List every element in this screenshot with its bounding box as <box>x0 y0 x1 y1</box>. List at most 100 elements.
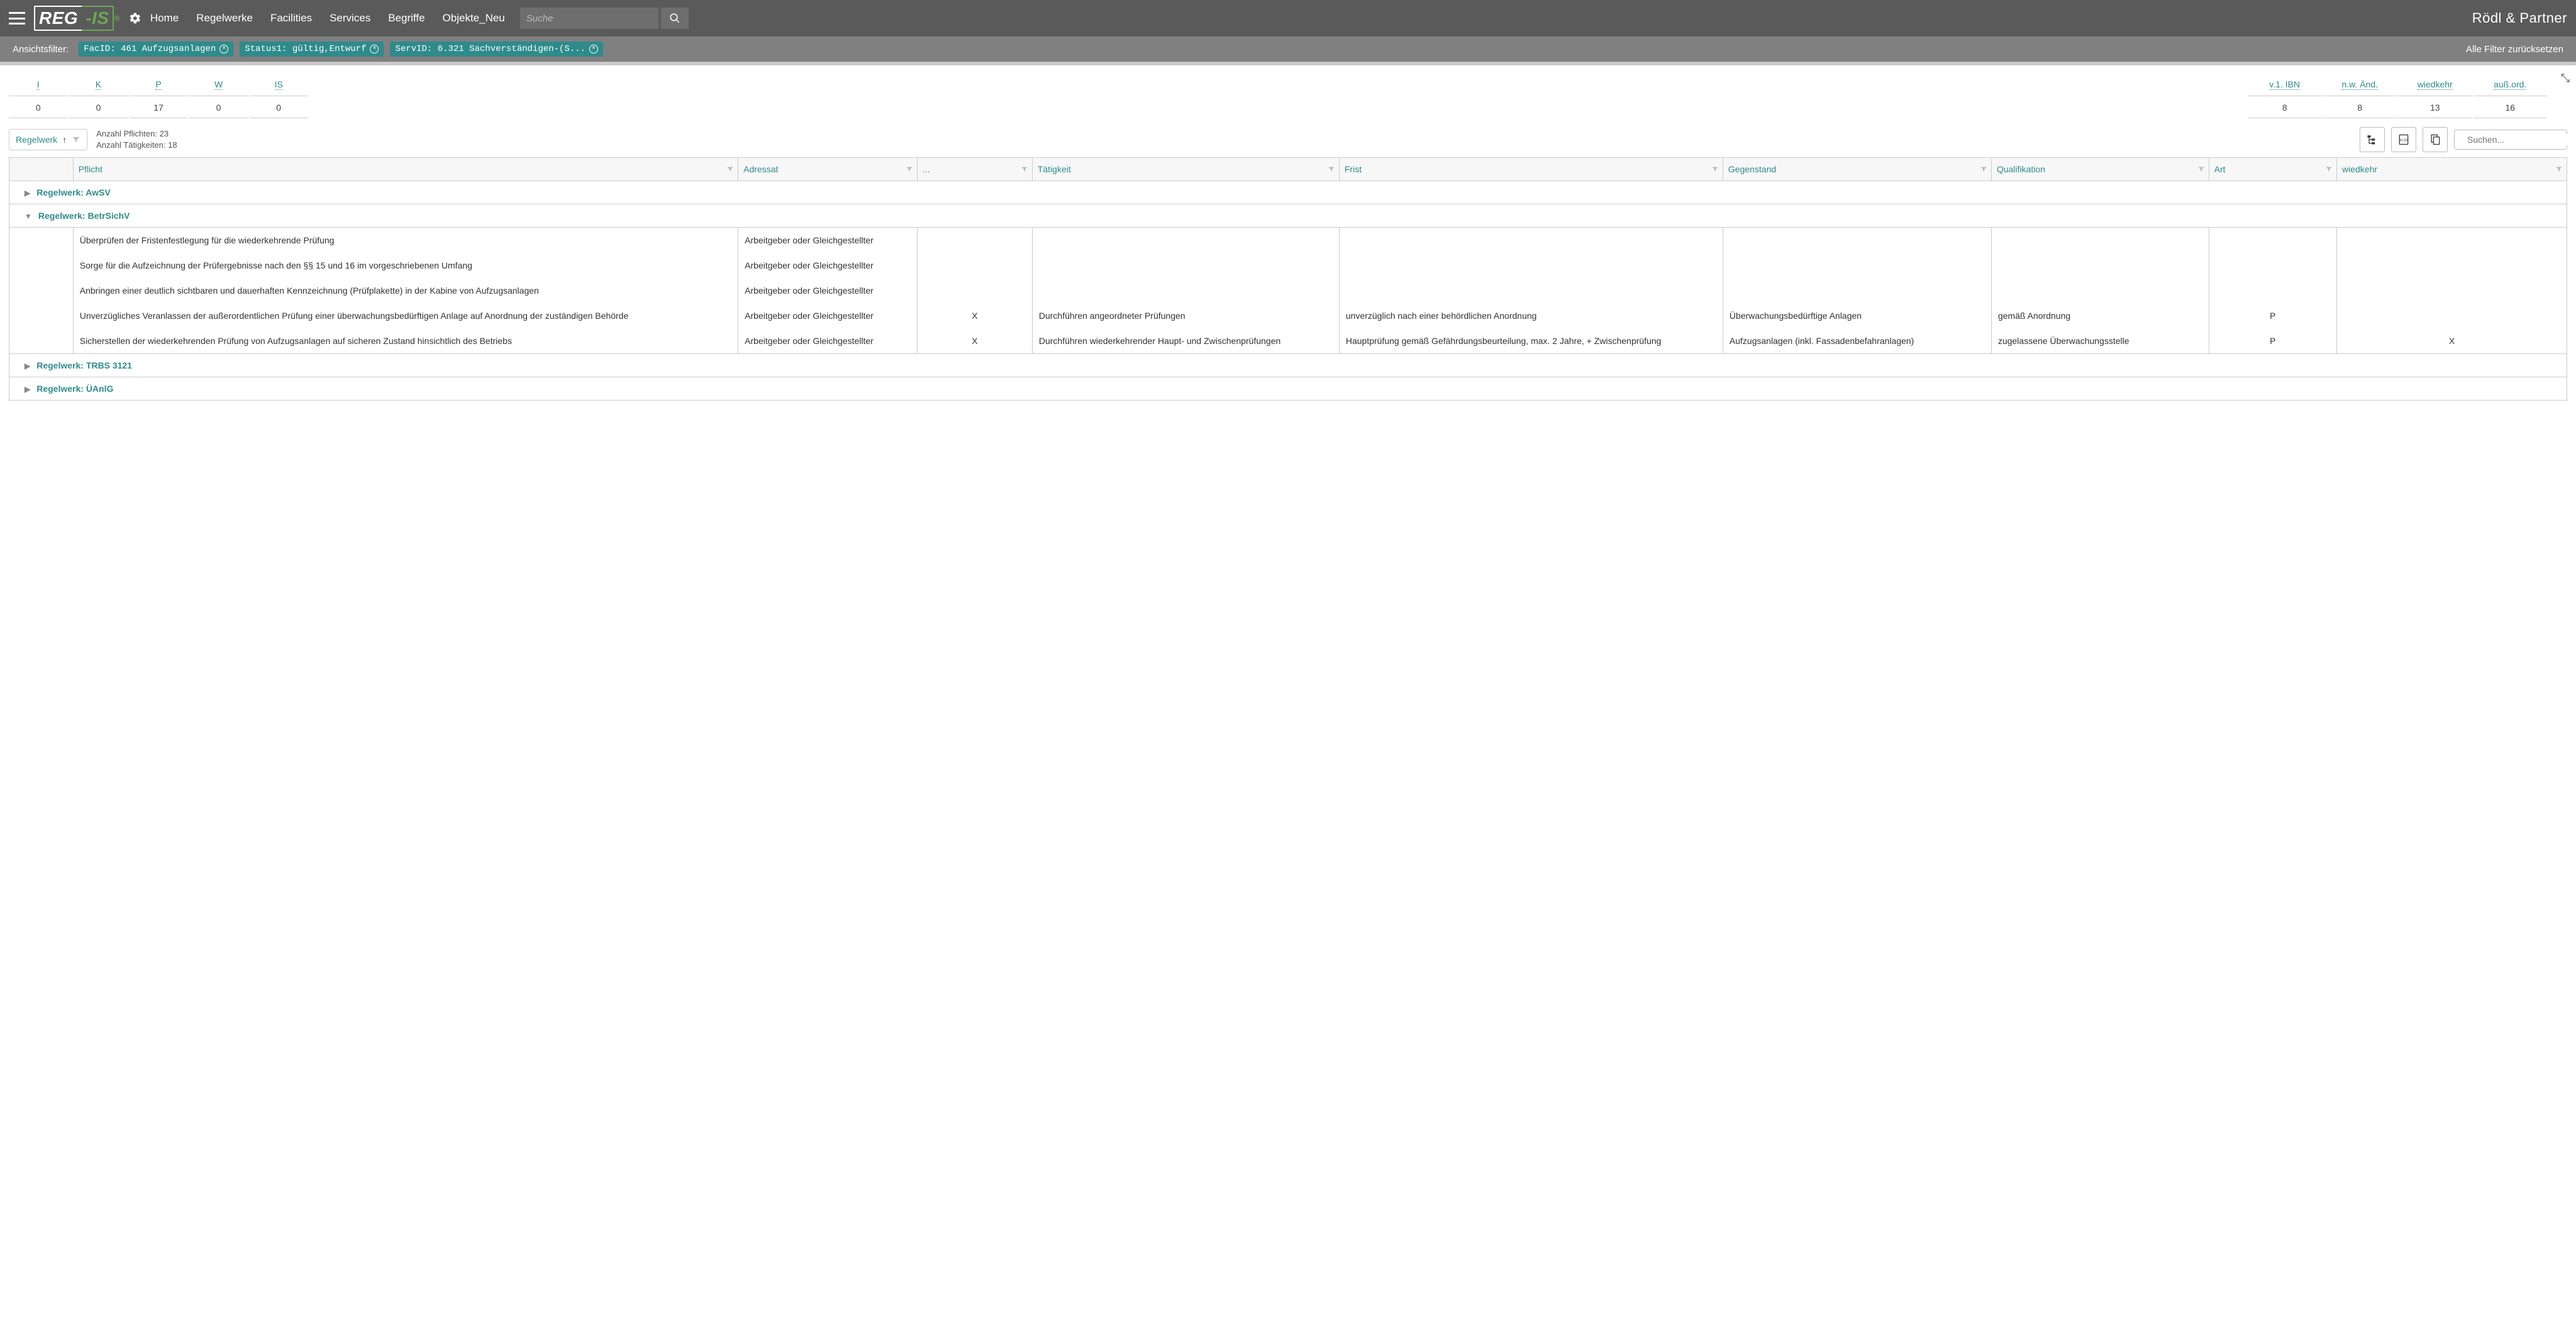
col-qualifikation[interactable]: Qualifikation <box>1991 158 2209 181</box>
close-icon[interactable]: × <box>219 45 228 53</box>
export-xlsx-icon[interactable]: XLSX <box>2391 127 2416 152</box>
cell-x <box>917 228 1032 253</box>
nav-objekte-neu[interactable]: Objekte_Neu <box>443 12 505 25</box>
filter-chip-status[interactable]: Status1: gültig,Entwurf × <box>240 42 384 57</box>
cell-taetigkeit <box>1032 278 1339 303</box>
cell-wiedkehr <box>2336 253 2567 278</box>
col-taetigkeit[interactable]: Tätigkeit <box>1032 158 1339 181</box>
reset-filters-link[interactable]: Alle Filter zurücksetzen <box>2466 44 2563 55</box>
cell-x: X <box>917 303 1032 328</box>
chevron-right-icon[interactable]: ▶ <box>25 189 30 197</box>
cell-x <box>917 278 1032 303</box>
svg-text:XLSX: XLSX <box>2400 139 2408 143</box>
col-adressat[interactable]: Adressat <box>738 158 918 181</box>
col-art[interactable]: Art <box>2209 158 2336 181</box>
group-row[interactable]: ▶Regelwerk: AwSV <box>9 181 2567 204</box>
chevron-right-icon[interactable]: ▶ <box>25 362 30 370</box>
table-row[interactable]: Anbringen einer deutlich sichtbaren und … <box>9 278 2567 303</box>
filter-icon[interactable] <box>726 165 734 173</box>
search-button[interactable] <box>661 8 689 29</box>
stat-header-w[interactable]: W <box>214 79 223 90</box>
table-row[interactable]: Sicherstellen der wiederkehrenden Prüfun… <box>9 328 2567 354</box>
cell-gegenstand: Aufzugsanlagen (inkl. Fassadenbefahranla… <box>1723 328 1991 354</box>
cell-x: X <box>917 328 1032 354</box>
stat-header-aussord[interactable]: auß.ord. <box>2494 79 2526 90</box>
table-search-input[interactable] <box>2466 134 2576 145</box>
cell-pflicht: Sicherstellen der wiederkehrenden Prüfun… <box>73 328 738 354</box>
gear-icon[interactable] <box>129 12 142 25</box>
cell-gegenstand: Überwachungsbedürftige Anlagen <box>1723 303 1991 328</box>
stat-value: 16 <box>2473 97 2548 118</box>
stat-header-is[interactable]: IS <box>275 79 283 90</box>
stat-header-k[interactable]: K <box>96 79 101 90</box>
stat-header-ibn[interactable]: v.1. IBN <box>2269 79 2300 90</box>
copy-icon[interactable] <box>2423 127 2448 152</box>
stat-value: 0 <box>9 97 68 118</box>
cell-taetigkeit <box>1032 253 1339 278</box>
nav-regelwerke[interactable]: Regelwerke <box>196 12 253 25</box>
filter-icon[interactable] <box>1021 165 1028 173</box>
table-search[interactable] <box>2454 130 2567 150</box>
col-gegenstand[interactable]: Gegenstand <box>1723 158 1991 181</box>
hierarchy-icon[interactable] <box>2360 127 2385 152</box>
group-label: Regelwerk: TRBS 3121 <box>36 360 132 370</box>
col-pflicht[interactable]: Pflicht <box>73 158 738 181</box>
filter-chip-servid[interactable]: ServID: 6.321 Sachverständigen-(S... × <box>390 42 602 57</box>
group-label: Regelwerk: ÜAnlG <box>36 384 113 394</box>
group-row[interactable]: ▶ Regelwerk: ÜAnlG <box>9 377 2567 401</box>
group-row[interactable]: ▶ Regelwerk: TRBS 3121 <box>9 354 2567 377</box>
global-search <box>520 8 689 29</box>
brand-right: Rödl & Partner <box>2472 10 2567 26</box>
filter-icon[interactable] <box>1711 165 1719 173</box>
nav-begriffe[interactable]: Begriffe <box>388 12 425 25</box>
stats-right-table: v.1. IBN n.w. Änd. wiedkehr auß.ord. 8 8… <box>2246 73 2548 119</box>
stat-header-p[interactable]: P <box>155 79 161 90</box>
stat-header-wiedkehr[interactable]: wiedkehr <box>2418 79 2453 90</box>
filter-icon[interactable] <box>2555 165 2563 173</box>
stat-header-aend[interactable]: n.w. Änd. <box>2341 79 2378 90</box>
table-row[interactable]: Überprüfen der Fristenfestlegung für die… <box>9 228 2567 253</box>
col-frist[interactable]: Frist <box>1339 158 1723 181</box>
main-nav: Home Regelwerke Facilities Services Begr… <box>150 12 505 25</box>
filter-icon <box>72 135 80 144</box>
cell-qualifikation <box>1991 253 2209 278</box>
hamburger-menu-icon[interactable] <box>9 12 25 25</box>
filter-icon[interactable] <box>2325 165 2333 173</box>
filter-icon[interactable] <box>1980 165 1987 173</box>
col-dots[interactable]: ... <box>917 158 1032 181</box>
table-row[interactable]: Sorge für die Aufzeichnung der Prüfergeb… <box>9 253 2567 278</box>
col-wiedkehr[interactable]: wiedkehr <box>2336 158 2567 181</box>
chevron-down-icon[interactable]: ▼ <box>25 212 32 221</box>
cell-art <box>2209 228 2336 253</box>
stat-header-i[interactable]: I <box>37 79 40 90</box>
table-row[interactable]: Unverzügliches Veranlassen der außerorde… <box>9 303 2567 328</box>
filter-icon[interactable] <box>1328 165 1335 173</box>
close-icon[interactable]: × <box>370 45 379 53</box>
collapse-icon[interactable]: ⤡ <box>2561 72 2570 85</box>
cell-wiedkehr: X <box>2336 328 2567 354</box>
chevron-right-icon[interactable]: ▶ <box>25 385 30 394</box>
filter-chip-text: Status1: gültig,Entwurf <box>245 44 366 54</box>
search-input[interactable] <box>520 8 658 29</box>
filter-icon[interactable] <box>2197 165 2205 173</box>
filter-label: Ansichtsfilter: <box>13 44 69 55</box>
cell-pflicht: Überprüfen der Fristenfestlegung für die… <box>73 228 738 253</box>
stats-left-table: I K P W IS 0 0 17 0 0 <box>8 73 309 119</box>
filter-chip-text: FacID: 461 Aufzugsanlagen <box>84 44 216 54</box>
filter-chip-text: ServID: 6.321 Sachverständigen-(S... <box>395 44 585 54</box>
filter-chip-facid[interactable]: FacID: 461 Aufzugsanlagen × <box>79 42 233 57</box>
nav-services[interactable]: Services <box>330 12 370 25</box>
sort-button[interactable]: Regelwerk ↑ <box>9 129 87 150</box>
app-logo[interactable]: REG-IS® <box>34 6 120 31</box>
cell-adressat: Arbeitgeber oder Gleichgestellter <box>738 228 918 253</box>
cell-adressat: Arbeitgeber oder Gleichgestellter <box>738 303 918 328</box>
stat-value: 0 <box>249 97 308 118</box>
cell-pflicht: Unverzügliches Veranlassen der außerorde… <box>73 303 738 328</box>
nav-facilities[interactable]: Facilities <box>270 12 312 25</box>
cell-adressat: Arbeitgeber oder Gleichgestellter <box>738 278 918 303</box>
filter-icon[interactable] <box>906 165 913 173</box>
group-row[interactable]: ▼Regelwerk: BetrSichV <box>9 204 2567 228</box>
nav-home[interactable]: Home <box>150 12 179 25</box>
cell-adressat: Arbeitgeber oder Gleichgestellter <box>738 328 918 354</box>
close-icon[interactable]: × <box>589 45 598 53</box>
